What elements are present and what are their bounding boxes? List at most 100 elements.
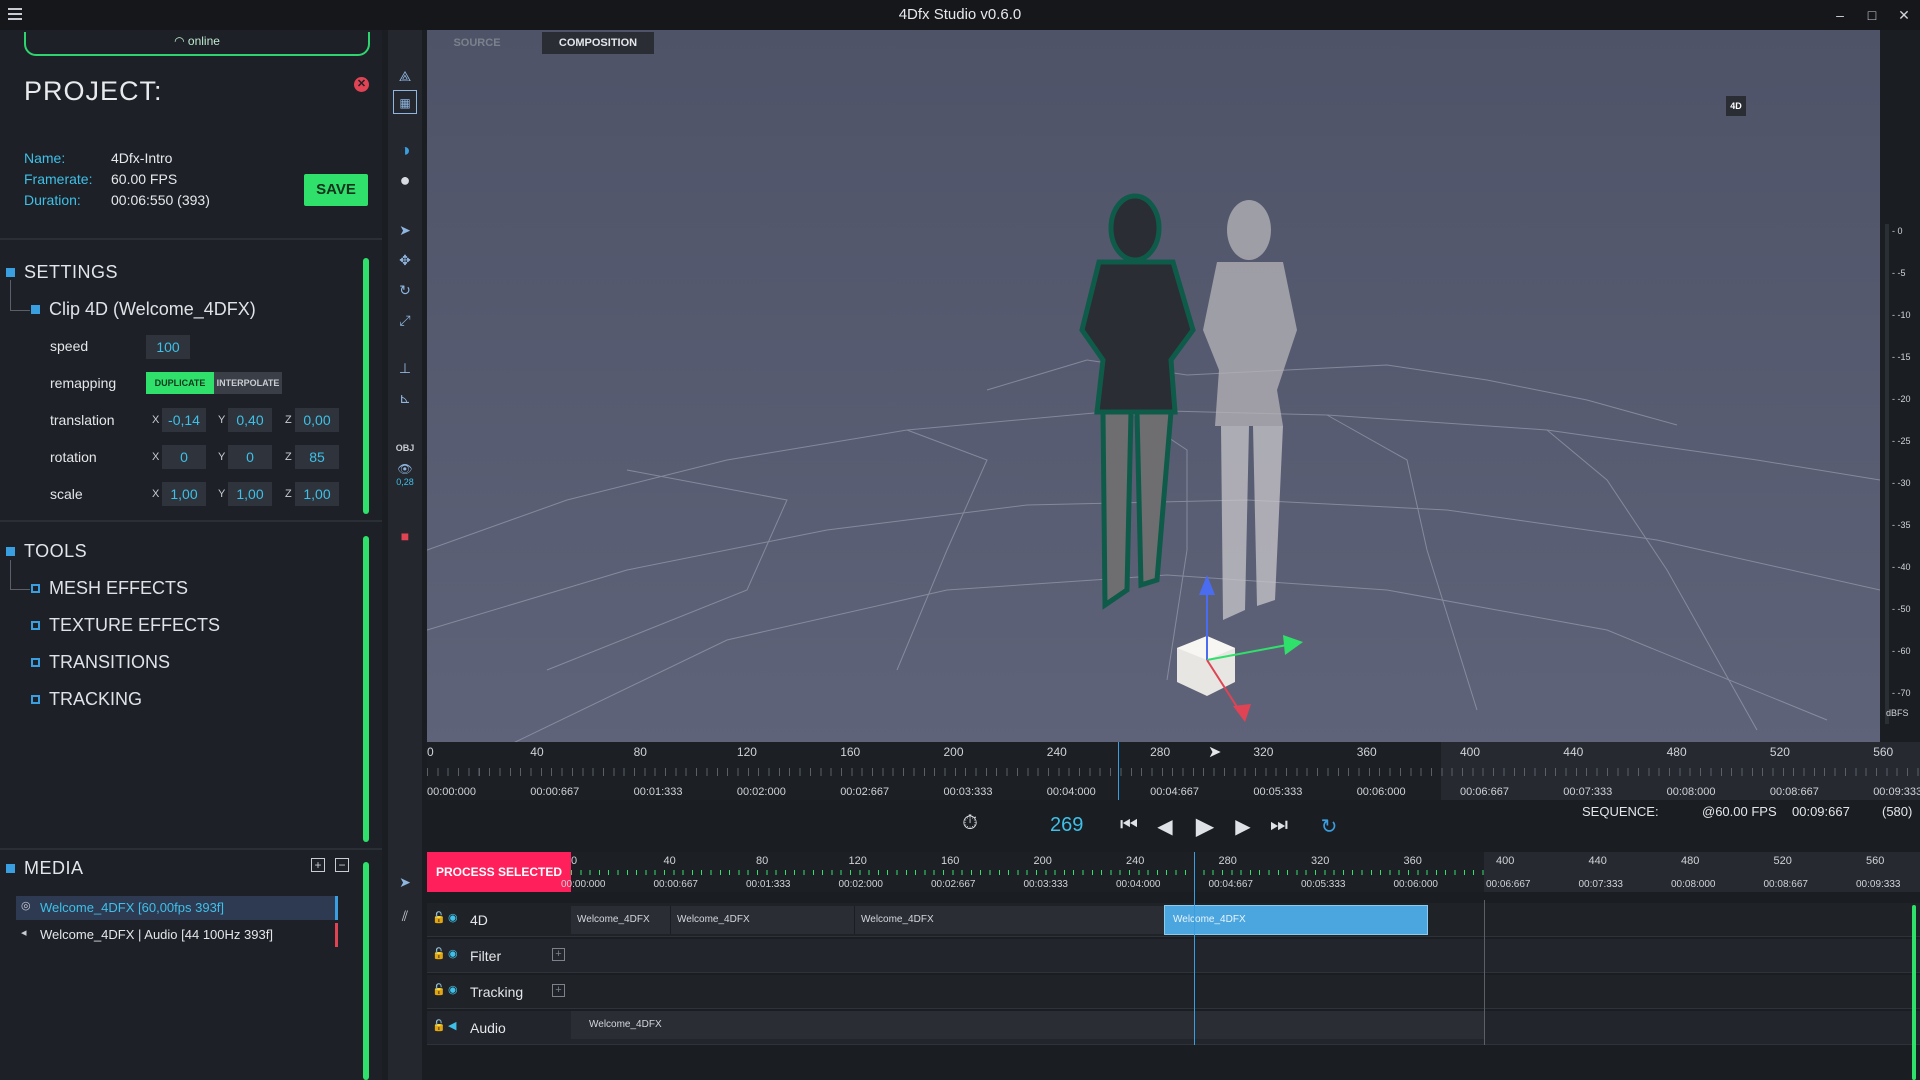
scale-y-input[interactable]: 1,00 [228, 482, 272, 506]
translation-z-input[interactable]: 0,00 [295, 408, 339, 432]
select-tool-icon[interactable]: ➤ [393, 218, 417, 242]
texture-effects-item[interactable]: TEXTURE EFFECTS [49, 615, 220, 636]
loop-icon[interactable]: ↻ [1316, 814, 1342, 839]
translation-x-input[interactable]: -0,14 [162, 408, 206, 432]
name-label: Name: [24, 150, 66, 166]
speaker-icon[interactable]: ◀ [448, 1019, 456, 1032]
maximize-button[interactable]: □ [1858, 4, 1886, 26]
lock-icon[interactable]: 🔓 [432, 947, 446, 960]
clip-segment[interactable]: Welcome_4DFX [855, 906, 1164, 934]
clip-segment[interactable]: Welcome_4DFX [671, 906, 855, 934]
axis-y-label: Y [218, 488, 226, 500]
media-node-icon[interactable] [6, 864, 15, 873]
save-button[interactable]: SAVE [304, 174, 368, 206]
step-forward-icon[interactable]: ▶ [1230, 814, 1256, 839]
media-item-video[interactable]: ◎ Welcome_4DFX [60,00fps 393f] [16, 896, 338, 920]
visibility-icon[interactable]: 👁 [393, 462, 417, 476]
track-row[interactable] [427, 939, 1920, 973]
grid-icon[interactable]: ▦ [393, 90, 417, 114]
media-scrollbar[interactable] [363, 862, 369, 1080]
track-label: Tracking [470, 984, 524, 1000]
speed-input[interactable]: 100 [146, 335, 190, 359]
obj-button[interactable]: OBJ [393, 436, 417, 460]
mesh-effects-item[interactable]: MESH EFFECTS [49, 578, 188, 599]
translation-y-input[interactable]: 0,40 [228, 408, 272, 432]
scale-label: scale [50, 486, 83, 502]
timeline-scrollbar[interactable] [1912, 905, 1916, 1080]
rotation-x-input[interactable]: 0 [162, 445, 206, 469]
perspective-grid-icon[interactable]: ⟁ [393, 64, 417, 88]
audio-clip[interactable]: Welcome_4DFX [571, 1011, 1484, 1039]
composition-playhead[interactable] [1194, 852, 1195, 1045]
scale-x-input[interactable]: 1,00 [162, 482, 206, 506]
axes-icon[interactable]: ⊥ [393, 356, 417, 380]
process-selected-button[interactable]: PROCESS SELECTED [427, 852, 571, 892]
clip-node-icon[interactable] [31, 305, 40, 314]
add-track-item-icon[interactable]: + [552, 948, 565, 961]
ruler-time-label: 00:08:000 [1666, 786, 1716, 798]
eye-icon[interactable]: ◉ [448, 983, 458, 996]
rotation-z-input[interactable]: 85 [295, 445, 339, 469]
minimize-button[interactable]: – [1826, 4, 1854, 26]
settings-scrollbar[interactable] [363, 258, 369, 514]
tools-heading[interactable]: TOOLS [24, 541, 87, 562]
razor-icon[interactable]: ⫽ [393, 904, 417, 928]
interpolate-toggle[interactable]: INTERPOLATE [214, 372, 282, 394]
play-icon[interactable]: ▶ [1190, 812, 1220, 841]
tools-scrollbar[interactable] [363, 536, 369, 842]
lock-icon[interactable]: 🔓 [432, 1019, 446, 1032]
eye-icon[interactable]: ◉ [448, 911, 458, 924]
3d-viewport[interactable] [427, 30, 1880, 746]
lock-icon[interactable]: 🔓 [432, 983, 446, 996]
rotate-tool-icon[interactable]: ↻ [393, 278, 417, 302]
tree-node-icon[interactable] [31, 658, 40, 667]
tab-composition[interactable]: COMPOSITION [542, 32, 654, 54]
timeline-select-icon[interactable]: ➤ [393, 870, 417, 894]
clip-settings-item[interactable]: Clip 4D (Welcome_4DFX) [49, 299, 256, 320]
tree-node-icon[interactable] [31, 584, 40, 593]
record-icon[interactable]: ■ [393, 524, 417, 548]
skip-end-icon[interactable]: ⏭ [1266, 814, 1292, 837]
axes-alt-icon[interactable]: ⊾ [393, 386, 417, 410]
add-media-icon[interactable]: + [311, 858, 325, 872]
scale-z-input[interactable]: 1,00 [295, 482, 339, 506]
orientation-cube-icon[interactable]: 4D [1720, 90, 1750, 120]
rotation-y-input[interactable]: 0 [228, 445, 272, 469]
transitions-item[interactable]: TRANSITIONS [49, 652, 170, 673]
media-heading[interactable]: MEDIA [24, 858, 84, 879]
timer-icon[interactable]: ⏱ [957, 812, 983, 835]
tools-node-icon[interactable] [6, 547, 15, 556]
tree-node-icon[interactable] [31, 695, 40, 704]
settings-heading[interactable]: SETTINGS [24, 262, 118, 283]
move-tool-icon[interactable]: ✥ [393, 248, 417, 272]
track-label: Filter [470, 948, 502, 964]
sphere-icon[interactable]: ● [393, 168, 417, 192]
composition-ticks [571, 870, 1484, 875]
meter-bar [1885, 224, 1889, 724]
track-row[interactable] [427, 975, 1920, 1009]
source-playhead[interactable] [1118, 742, 1119, 800]
settings-node-icon[interactable] [6, 268, 15, 277]
eye-icon[interactable]: ◉ [448, 947, 458, 960]
tree-line [10, 589, 30, 590]
tree-node-icon[interactable] [31, 621, 40, 630]
remove-media-icon[interactable]: − [335, 858, 349, 872]
lock-icon[interactable]: 🔓 [432, 911, 446, 924]
close-window-button[interactable]: ✕ [1890, 4, 1918, 26]
duplicate-toggle[interactable]: DUPLICATE [146, 372, 214, 394]
add-track-item-icon[interactable]: + [552, 984, 565, 997]
tab-source[interactable]: SOURCE [441, 32, 513, 54]
meter-tick-label: - -40 [1892, 562, 1911, 572]
tracking-item[interactable]: TRACKING [49, 689, 142, 710]
scale-tool-icon[interactable]: ⤢ [393, 308, 417, 332]
close-project-icon[interactable]: ✕ [354, 77, 369, 92]
ruler-time-label: 00:00:000 [427, 786, 476, 798]
shading-icon[interactable]: ◑ [393, 138, 417, 162]
ruler-time-label: 00:08:000 [1671, 879, 1716, 890]
step-back-icon[interactable]: ◀ [1152, 814, 1178, 839]
clip-segment[interactable]: Welcome_4DFX [571, 906, 671, 934]
skip-start-icon[interactable]: ⏮ [1116, 814, 1142, 837]
media-item-audio[interactable]: ◂ Welcome_4DFX | Audio [44 100Hz 393f] [16, 923, 338, 947]
selected-clip-segment[interactable]: Welcome_4DFX [1164, 905, 1428, 935]
ruler-frame-label: 560 [1866, 855, 1885, 867]
